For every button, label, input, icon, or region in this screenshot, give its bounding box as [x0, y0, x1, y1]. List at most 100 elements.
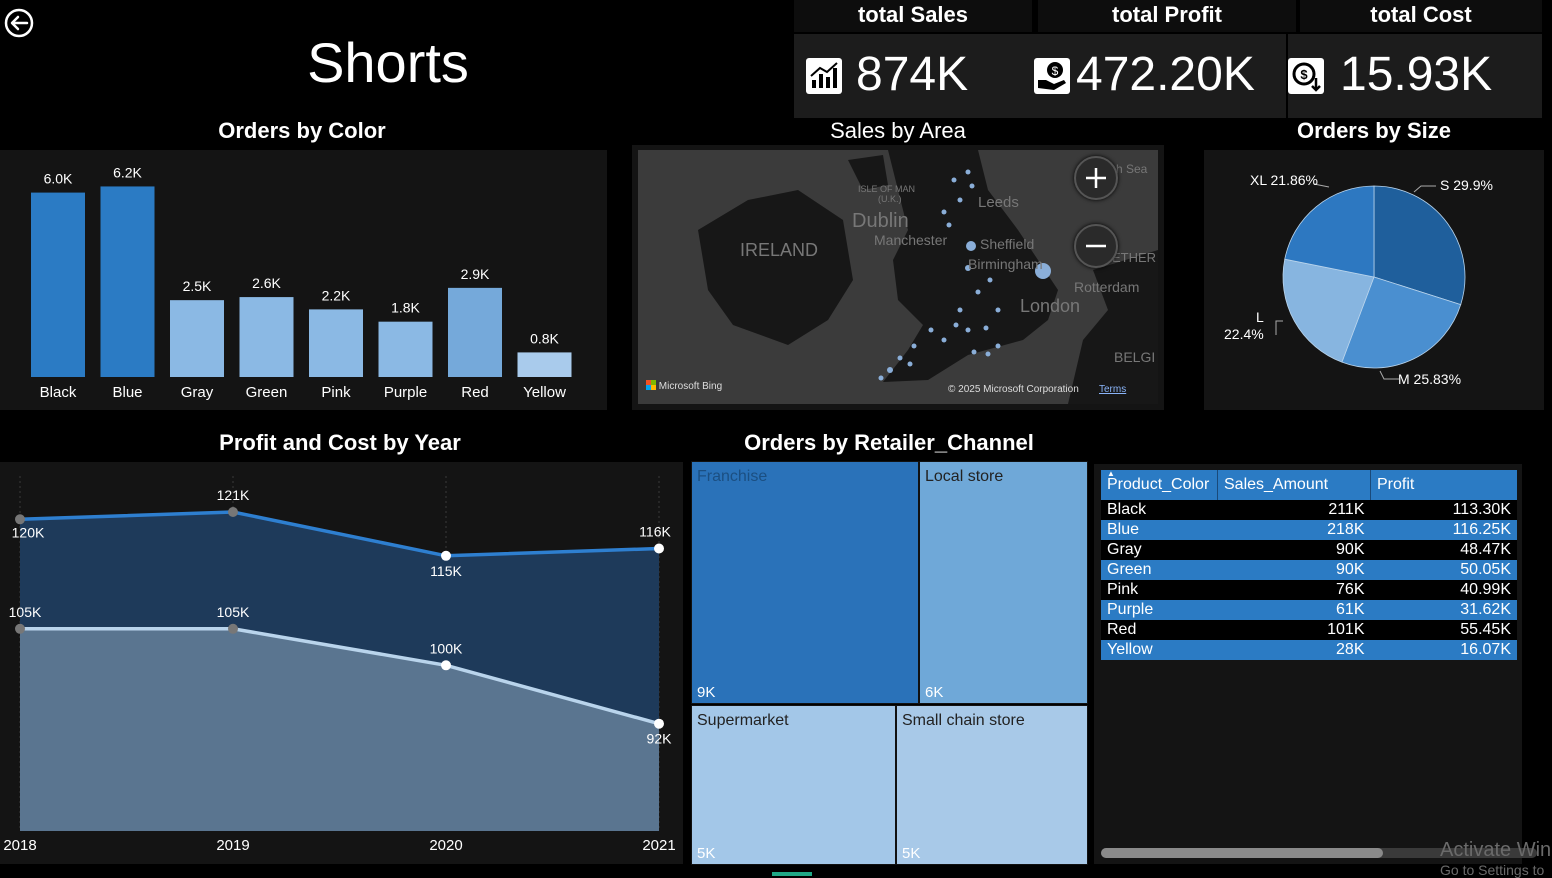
map-terms-link[interactable]: Terms: [1099, 384, 1126, 395]
retailer-channel-title: Orders by Retailer_Channel: [744, 430, 1034, 455]
bar-pink[interactable]: [309, 309, 363, 377]
column-header-sales-amount[interactable]: Sales_Amount: [1217, 470, 1371, 500]
kpi-sales-value: 874K: [856, 48, 969, 101]
bar-blue[interactable]: [100, 186, 155, 377]
bar-green[interactable]: [239, 297, 294, 377]
cost-data-label: 100K: [430, 640, 463, 656]
cost-point[interactable]: [228, 623, 238, 634]
bing-label: Microsoft Bing: [658, 381, 723, 392]
treemap-local-store-label: Local store: [925, 468, 1004, 485]
map-label-london: London: [1020, 296, 1081, 316]
treemap-supermarket[interactable]: Supermarket 5K: [691, 705, 896, 865]
pie-leader-line: [1413, 185, 1436, 193]
map-label-leeds: Leeds: [978, 194, 1019, 211]
treemap-franchise-label: Franchise: [697, 468, 768, 485]
profit-data-label: 116K: [639, 524, 671, 540]
orders-by-size-title: Orders by Size: [1296, 118, 1452, 143]
bar-data-label: 0.8K: [530, 330, 559, 346]
bar-yellow[interactable]: [517, 352, 572, 377]
table-row[interactable]: Purple 61K 31.62K: [1101, 600, 1517, 620]
bar-category-label: Pink: [321, 384, 351, 401]
column-header-product-color[interactable]: Product_Color ▲: [1101, 469, 1218, 500]
sales-chart-icon: [806, 58, 842, 94]
back-arrow-icon[interactable]: [3, 7, 35, 39]
bar-category-label: Black: [40, 384, 77, 401]
map-zoom-in-button[interactable]: [1074, 156, 1118, 200]
bar-data-label: 6.0K: [44, 171, 73, 187]
pie-leader-line: [1379, 370, 1399, 380]
table-row[interactable]: Blue 218K 116.25K: [1101, 520, 1517, 540]
bar-data-label: 2.5K: [183, 278, 212, 294]
profit-data-label: 115K: [430, 563, 462, 579]
table-row[interactable]: Black 211K 113.30K: [1101, 500, 1517, 520]
treemap-supermarket-value: 5K: [697, 845, 716, 862]
pie-label-l-name: L: [1256, 309, 1264, 325]
cost-data-label: 105K: [217, 604, 250, 620]
table-row[interactable]: Yellow 28K 16.07K: [1101, 640, 1517, 660]
kpi-profit-card: $ 472.20K: [1032, 34, 1286, 118]
bar-gray[interactable]: [170, 300, 224, 377]
pie-leader-line: [1275, 320, 1283, 335]
map-label-belgi: BELGI: [1114, 349, 1156, 365]
table-row[interactable]: Pink 76K 40.99K: [1101, 580, 1517, 600]
page-title: Shorts: [307, 31, 469, 94]
profit-point[interactable]: [441, 550, 451, 561]
treemap-small-chain-store-value: 5K: [902, 845, 921, 862]
profit-data-label: 120K: [12, 524, 45, 540]
kpi-profit-label: total Profit: [1038, 0, 1296, 32]
sort-ascending-icon: ▲: [1107, 469, 1115, 478]
column-header-profit[interactable]: Profit: [1370, 470, 1517, 500]
bar-red[interactable]: [448, 287, 502, 377]
cost-point[interactable]: [441, 660, 451, 671]
x-axis-tick-label: 2018: [3, 837, 36, 854]
svg-text:$: $: [1052, 64, 1059, 78]
money-hand-icon: $: [1034, 58, 1070, 94]
table-row[interactable]: Red 101K 55.45K: [1101, 620, 1517, 640]
table-row[interactable]: Gray 90K 48.47K: [1101, 540, 1517, 560]
map-label-manchester: Manchester: [874, 232, 948, 248]
cost-point[interactable]: [15, 623, 25, 634]
orders-by-color-title: Orders by Color: [218, 118, 386, 143]
profit-point[interactable]: [228, 507, 238, 517]
svg-text:$: $: [1300, 67, 1308, 82]
table-row[interactable]: Green 90K 50.05K: [1101, 560, 1517, 580]
scrollbar-thumb[interactable]: [1101, 848, 1383, 858]
treemap-local-store[interactable]: Local store 6K: [919, 461, 1088, 704]
bar-category-label: Red: [461, 384, 489, 401]
sales-by-area-map[interactable]: ISLE OF MAN (U.K.) Dublin IRELAND Leeds …: [638, 150, 1158, 404]
bar-black[interactable]: [31, 192, 85, 377]
coin-down-icon: $: [1288, 58, 1324, 94]
pie-label-s: S 29.9%: [1440, 177, 1493, 193]
page-tab-indicator[interactable]: [772, 872, 812, 876]
orders-by-color-chart: 6.0K Black 6.2K Blue 2.5K Gray 2.6K Green 2.2K Pi…: [31, 164, 572, 401]
profit-point[interactable]: [15, 514, 25, 525]
profit-cost-chart: 120K 121K 115K 116K 105K 105K 100K 92K 2018 2019 2…: [3, 476, 676, 854]
microsoft-logo-icon: [646, 380, 656, 390]
microsoft-bing-logo: Microsoft Bing: [646, 380, 722, 392]
bar-data-label: 6.2K: [113, 164, 142, 180]
map-zoom-out-button[interactable]: [1074, 224, 1118, 268]
cost-point[interactable]: [654, 718, 664, 729]
kpi-cost-label: total Cost: [1300, 0, 1542, 32]
profit-point[interactable]: [654, 543, 664, 554]
bar-purple[interactable]: [378, 321, 433, 377]
map-label-rotterdam: Rotterdam: [1074, 279, 1140, 295]
pie-label-m: M 25.83%: [1398, 371, 1461, 387]
profit-data-label: 121K: [217, 487, 250, 503]
x-axis-tick-label: 2019: [216, 837, 249, 854]
treemap-franchise[interactable]: Franchise 9K: [691, 461, 919, 704]
map-label-dublin: Dublin: [852, 210, 909, 232]
cost-data-label: 105K: [9, 604, 42, 620]
sales-by-area-title: Sales by Area: [830, 118, 966, 143]
map-label-uk: (U.K.): [878, 194, 902, 204]
bar-category-label: Purple: [384, 384, 427, 401]
treemap-supermarket-label: Supermarket: [697, 712, 789, 729]
map-copyright: © 2025 Microsoft Corporation: [948, 384, 1079, 395]
bar-category-label: Blue: [112, 384, 142, 401]
orders-by-color-panel: 6.0K Black 6.2K Blue 2.5K Gray 2.6K Green 2.2K Pi…: [0, 150, 607, 410]
map-label-sheffield: Sheffield: [980, 236, 1035, 252]
bar-category-label: Yellow: [523, 384, 566, 401]
map-label-north-sea: h Sea: [1116, 162, 1148, 176]
kpi-cost-card: $ 15.93K: [1288, 34, 1542, 118]
treemap-small-chain-store[interactable]: Small chain store 5K: [896, 705, 1088, 865]
